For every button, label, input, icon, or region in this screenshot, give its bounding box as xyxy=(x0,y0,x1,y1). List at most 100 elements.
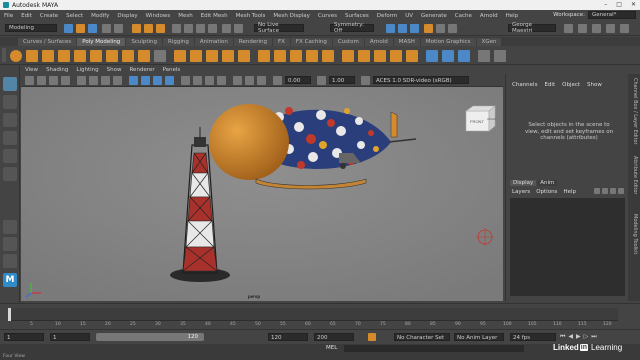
channel-menu-show[interactable]: Show xyxy=(587,82,602,88)
menu-cache[interactable]: Cache xyxy=(451,13,476,19)
select-hierarchy-icon[interactable] xyxy=(132,24,141,33)
xray-icon[interactable] xyxy=(245,76,254,85)
go-to-end-icon[interactable]: ⏭ xyxy=(591,333,596,341)
tab-mash[interactable]: MASH xyxy=(393,38,420,46)
paint-select-icon[interactable] xyxy=(3,113,17,127)
tab-curves-surfaces[interactable]: Curves / Surfaces xyxy=(18,38,77,46)
wireframe-icon[interactable] xyxy=(129,76,138,85)
menu-edit-mesh[interactable]: Edit Mesh xyxy=(197,13,232,19)
gate-mask-icon[interactable] xyxy=(113,76,122,85)
layer-up-icon[interactable] xyxy=(594,188,600,194)
exposure-field[interactable]: 0.00 xyxy=(285,76,311,84)
poly-plane-icon[interactable] xyxy=(90,50,102,62)
render-view-icon[interactable] xyxy=(410,24,419,33)
camera-select-icon[interactable] xyxy=(25,76,34,85)
layer-menu-layers[interactable]: Layers xyxy=(512,189,530,195)
poly-cone-icon[interactable] xyxy=(58,50,70,62)
layer-list[interactable] xyxy=(510,198,625,296)
view-transform-icon[interactable] xyxy=(361,76,370,85)
poly-torus-icon[interactable] xyxy=(74,50,86,62)
tab-custom[interactable]: Custom xyxy=(332,38,364,46)
time-slider-track[interactable] xyxy=(8,308,618,321)
side-tab-attribute-editor[interactable]: Attribute Editor xyxy=(632,156,638,194)
smooth-icon[interactable] xyxy=(206,50,218,62)
menu-uv[interactable]: UV xyxy=(401,13,417,19)
move-tool-icon[interactable] xyxy=(3,131,17,145)
menu-edit[interactable]: Edit xyxy=(17,13,36,19)
render-frame-icon[interactable] xyxy=(386,24,395,33)
tab-poly-modeling[interactable]: Poly Modeling xyxy=(77,38,126,46)
anim-layer-dropdown[interactable]: No Anim Layer xyxy=(454,333,504,341)
use-all-lights-icon[interactable] xyxy=(181,76,190,85)
tool-settings-icon[interactable] xyxy=(606,24,615,33)
layer-down-icon[interactable] xyxy=(602,188,608,194)
super-shape-icon[interactable] xyxy=(138,50,150,62)
go-to-start-icon[interactable]: ⏮ xyxy=(560,333,565,341)
ipr-render-icon[interactable] xyxy=(398,24,407,33)
open-scene-icon[interactable] xyxy=(76,24,85,33)
uv-editor-icon[interactable] xyxy=(426,50,438,62)
new-layer-selected-icon[interactable] xyxy=(618,188,624,194)
offset-edge-loop-icon[interactable] xyxy=(374,50,386,62)
rotate-tool-icon[interactable] xyxy=(3,149,17,163)
character-set-icon[interactable] xyxy=(368,333,376,341)
mash-icon[interactable]: M xyxy=(3,273,17,287)
separate-icon[interactable] xyxy=(190,50,202,62)
side-tab-channel-box[interactable]: Channel Box / Layer Editor xyxy=(632,78,638,145)
menu-file[interactable]: File xyxy=(0,13,17,19)
platonic-solid-icon[interactable] xyxy=(122,50,134,62)
antialiasing-icon[interactable] xyxy=(217,76,226,85)
multi-cut-icon[interactable] xyxy=(342,50,354,62)
scene-end-field[interactable]: 200 xyxy=(314,333,354,341)
tab-anim[interactable]: Anim xyxy=(537,180,558,186)
workspace-dropdown[interactable]: General* xyxy=(588,11,636,19)
layer-menu-options[interactable]: Options xyxy=(536,189,557,195)
maximize-icon[interactable]: □ xyxy=(616,1,622,8)
four-view-icon[interactable] xyxy=(3,237,17,251)
scale-tool-icon[interactable] xyxy=(3,167,17,181)
textured-icon[interactable] xyxy=(165,76,174,85)
playback-start-field[interactable]: 1 xyxy=(50,333,90,341)
snap-surface-icon[interactable] xyxy=(208,24,217,33)
tab-display[interactable]: Display xyxy=(510,180,537,186)
bevel-icon[interactable] xyxy=(290,50,302,62)
playback-end-field[interactable]: 120 xyxy=(268,333,308,341)
tab-fx-caching[interactable]: FX Caching xyxy=(290,38,332,46)
menu-modify[interactable]: Modify xyxy=(87,13,113,19)
lasso-tool-icon[interactable] xyxy=(3,95,17,109)
collapse-icon[interactable] xyxy=(406,50,418,62)
select-object-icon[interactable] xyxy=(144,24,153,33)
shadows-icon[interactable] xyxy=(193,76,202,85)
undo-icon[interactable] xyxy=(102,24,111,33)
poly-cube-icon[interactable] xyxy=(26,50,38,62)
menu-display[interactable]: Display xyxy=(113,13,141,19)
boolean-icon[interactable] xyxy=(222,50,234,62)
attribute-editor-icon[interactable] xyxy=(592,24,601,33)
step-back-icon[interactable]: ◀ xyxy=(568,333,573,341)
film-gate-icon[interactable] xyxy=(89,76,98,85)
viewport-menu-show[interactable]: Show xyxy=(103,67,126,73)
mode-dropdown[interactable]: Modeling xyxy=(5,24,57,32)
snap-grid-icon[interactable] xyxy=(172,24,181,33)
layer-menu-help[interactable]: Help xyxy=(563,189,576,195)
history-icon[interactable] xyxy=(222,24,231,33)
render-settings-icon[interactable] xyxy=(234,24,243,33)
menu-create[interactable]: Create xyxy=(36,13,62,19)
view-cube-right[interactable]: RIGHT xyxy=(487,117,497,121)
step-forward-icon[interactable]: ▷ xyxy=(584,333,589,341)
viewport-menu-shading[interactable]: Shading xyxy=(42,67,72,73)
bookmark-icon[interactable] xyxy=(49,76,58,85)
tab-arnold[interactable]: Arnold xyxy=(364,38,393,46)
view-cube[interactable]: FRONT RIGHT xyxy=(465,105,497,132)
snap-point-icon[interactable] xyxy=(196,24,205,33)
planar-map-icon[interactable] xyxy=(442,50,454,62)
play-icon[interactable]: ▶ xyxy=(576,333,581,341)
fill-hole-icon[interactable] xyxy=(322,50,334,62)
poly-disc-icon[interactable] xyxy=(106,50,118,62)
layout-toggle-icon[interactable] xyxy=(564,24,573,33)
arnold-light-icon[interactable] xyxy=(448,24,457,33)
append-polygon-icon[interactable] xyxy=(306,50,318,62)
channel-menu-channels[interactable]: Channels xyxy=(512,82,537,88)
tab-rendering[interactable]: Rendering xyxy=(233,38,272,46)
modeling-toolkit-icon[interactable] xyxy=(578,24,587,33)
